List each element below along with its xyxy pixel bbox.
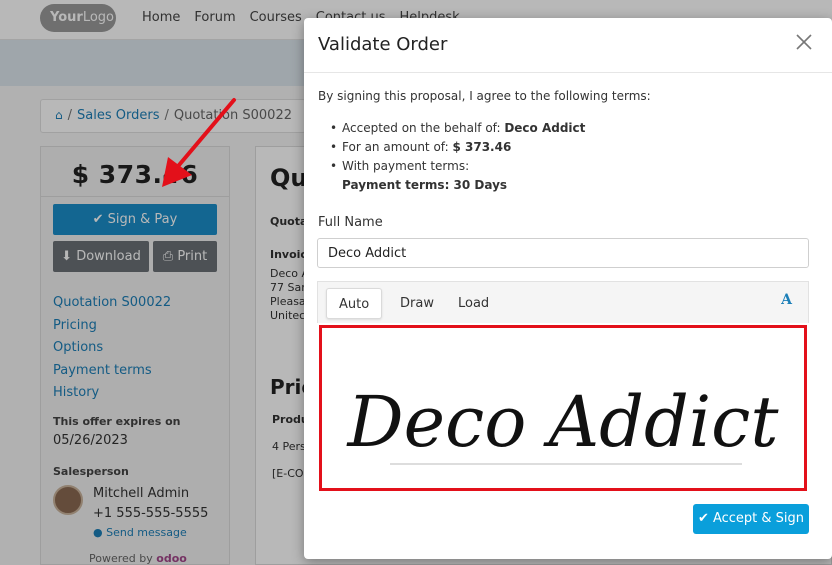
- tab-load[interactable]: Load: [446, 288, 501, 319]
- font-select-icon[interactable]: A: [781, 292, 792, 308]
- modal-title: Validate Order: [318, 34, 448, 55]
- signature-text: Deco Addict: [345, 381, 779, 463]
- tab-draw[interactable]: Draw: [388, 288, 446, 319]
- modal-header: Validate Order: [304, 18, 832, 73]
- list-item: With payment terms:: [330, 157, 585, 176]
- full-name-input[interactable]: [317, 238, 809, 268]
- signature-drawing: Deco Addict: [345, 381, 779, 465]
- close-icon[interactable]: [794, 32, 814, 52]
- signature-mode-tabs: Auto Draw Load A: [317, 281, 809, 323]
- full-name-label: Full Name: [318, 215, 383, 230]
- list-item: For an amount of: $ 373.46: [330, 138, 585, 157]
- check-icon: ✔: [697, 511, 713, 526]
- payment-terms-value: Payment terms: 30 Days: [342, 178, 508, 192]
- list-item: Accepted on the behalf of: Deco Addict: [330, 119, 585, 138]
- tab-auto[interactable]: Auto: [326, 288, 383, 319]
- signature-canvas[interactable]: Deco Addict: [319, 325, 807, 491]
- terms-list: Accepted on the behalf of: Deco Addict F…: [330, 119, 585, 195]
- validate-order-modal: Validate Order By signing this proposal,…: [304, 18, 832, 559]
- annotation-arrow-icon: [162, 98, 236, 187]
- terms-intro: By signing this proposal, I agree to the…: [318, 89, 651, 103]
- accept-sign-button[interactable]: ✔ Accept & Sign: [693, 504, 809, 534]
